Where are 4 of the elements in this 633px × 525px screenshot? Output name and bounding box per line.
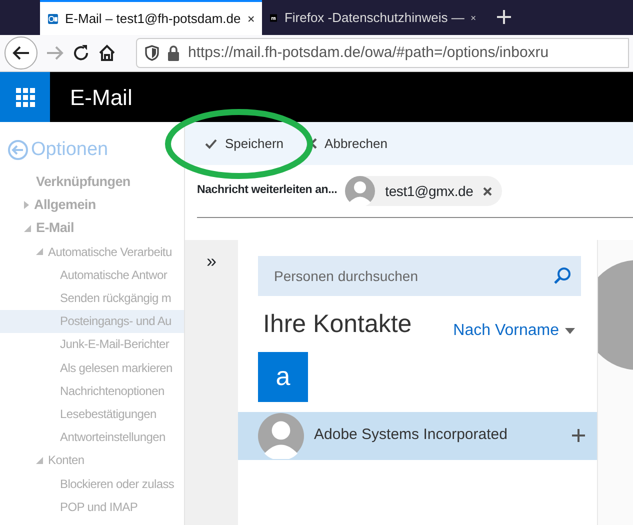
app-title: E-Mail — [70, 84, 132, 112]
options-title: Optionen — [31, 138, 108, 162]
field-label: Nachricht weiterleiten an... — [197, 183, 338, 198]
section-heading: Ihre Kontakte — [263, 309, 412, 340]
